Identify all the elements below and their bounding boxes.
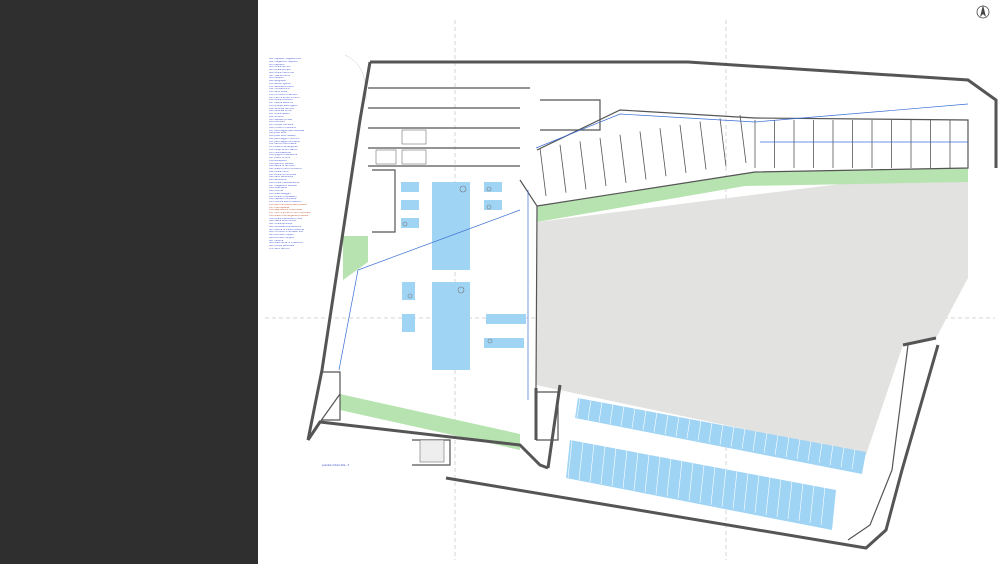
- box-divider: [639, 131, 647, 180]
- floor-plan: [265, 5, 998, 560]
- box-divider: [739, 114, 747, 164]
- legend-item: 070 vano tecnico: [269, 247, 290, 250]
- box-divider: [599, 138, 607, 187]
- north-arrow-icon: [976, 5, 990, 19]
- box-divider: [579, 141, 587, 190]
- box-divider: [539, 147, 547, 197]
- box-divider: [679, 124, 687, 173]
- pools: [401, 182, 526, 370]
- box-divider: [659, 128, 667, 177]
- legend: 001 ingresso magazzini ed. 002 magazzino …: [269, 58, 359, 251]
- box-divider: [559, 144, 567, 193]
- plan-caption: pianta interrata -7: [322, 463, 350, 467]
- box-divider: [719, 118, 727, 167]
- box-divider: [699, 121, 707, 170]
- box-divider: [619, 134, 627, 183]
